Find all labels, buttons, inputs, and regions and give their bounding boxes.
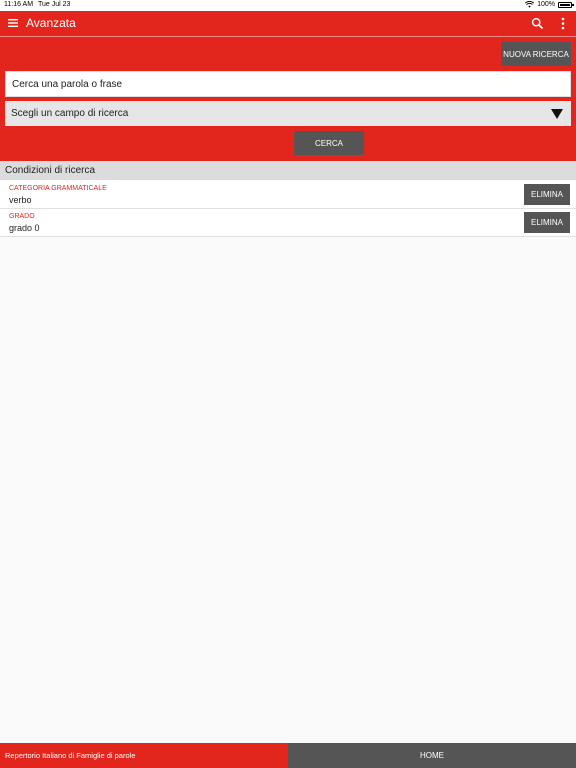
condition-label: GRADO — [9, 213, 35, 220]
status-time: 11:16 AM — [4, 1, 34, 8]
new-search-button[interactable]: NUOVA RICERCA — [501, 42, 571, 66]
conditions-header: Condizioni di ricerca — [0, 161, 576, 180]
search-input[interactable]: Cerca una parola o frase — [5, 71, 571, 97]
battery-icon — [558, 1, 574, 8]
dropdown-arrow-icon — [551, 109, 563, 119]
condition-label: CATEGORIA GRAMMATICALE — [9, 185, 107, 192]
menu-icon[interactable] — [7, 17, 19, 29]
search-icon[interactable] — [531, 17, 544, 30]
battery-percent: 100% — [537, 1, 555, 8]
footer: Repertorio Italiano di Famiglie di parol… — [0, 743, 576, 768]
search-panel: NUOVA RICERCA Cerca una parola o frase S… — [0, 37, 576, 161]
more-vertical-icon[interactable] — [558, 17, 568, 30]
delete-condition-button[interactable]: ELIMINA — [524, 212, 570, 233]
search-field-select-value: Scegli un campo di ricerca — [11, 108, 129, 119]
status-right: 100% — [525, 1, 574, 8]
condition-value: grado 0 — [9, 223, 40, 233]
condition-row: GRADO grado 0 ELIMINA — [0, 209, 576, 237]
wifi-icon — [525, 1, 535, 8]
condition-row: CATEGORIA GRAMMATICALE verbo ELIMINA — [0, 181, 576, 209]
search-field-select[interactable]: Scegli un campo di ricerca — [5, 101, 571, 126]
delete-condition-button[interactable]: ELIMINA — [524, 184, 570, 205]
status-date: Tue Jul 23 — [38, 1, 71, 8]
footer-brand: Repertorio Italiano di Famiglie di parol… — [0, 743, 288, 768]
page-title: Avanzata — [26, 16, 76, 30]
search-button[interactable]: CERCA — [294, 131, 364, 155]
status-bar: 11:16 AM Tue Jul 23 100% — [0, 0, 576, 11]
home-button[interactable]: HOME — [288, 743, 576, 768]
condition-value: verbo — [9, 195, 32, 205]
app-bar: Avanzata — [0, 11, 576, 36]
